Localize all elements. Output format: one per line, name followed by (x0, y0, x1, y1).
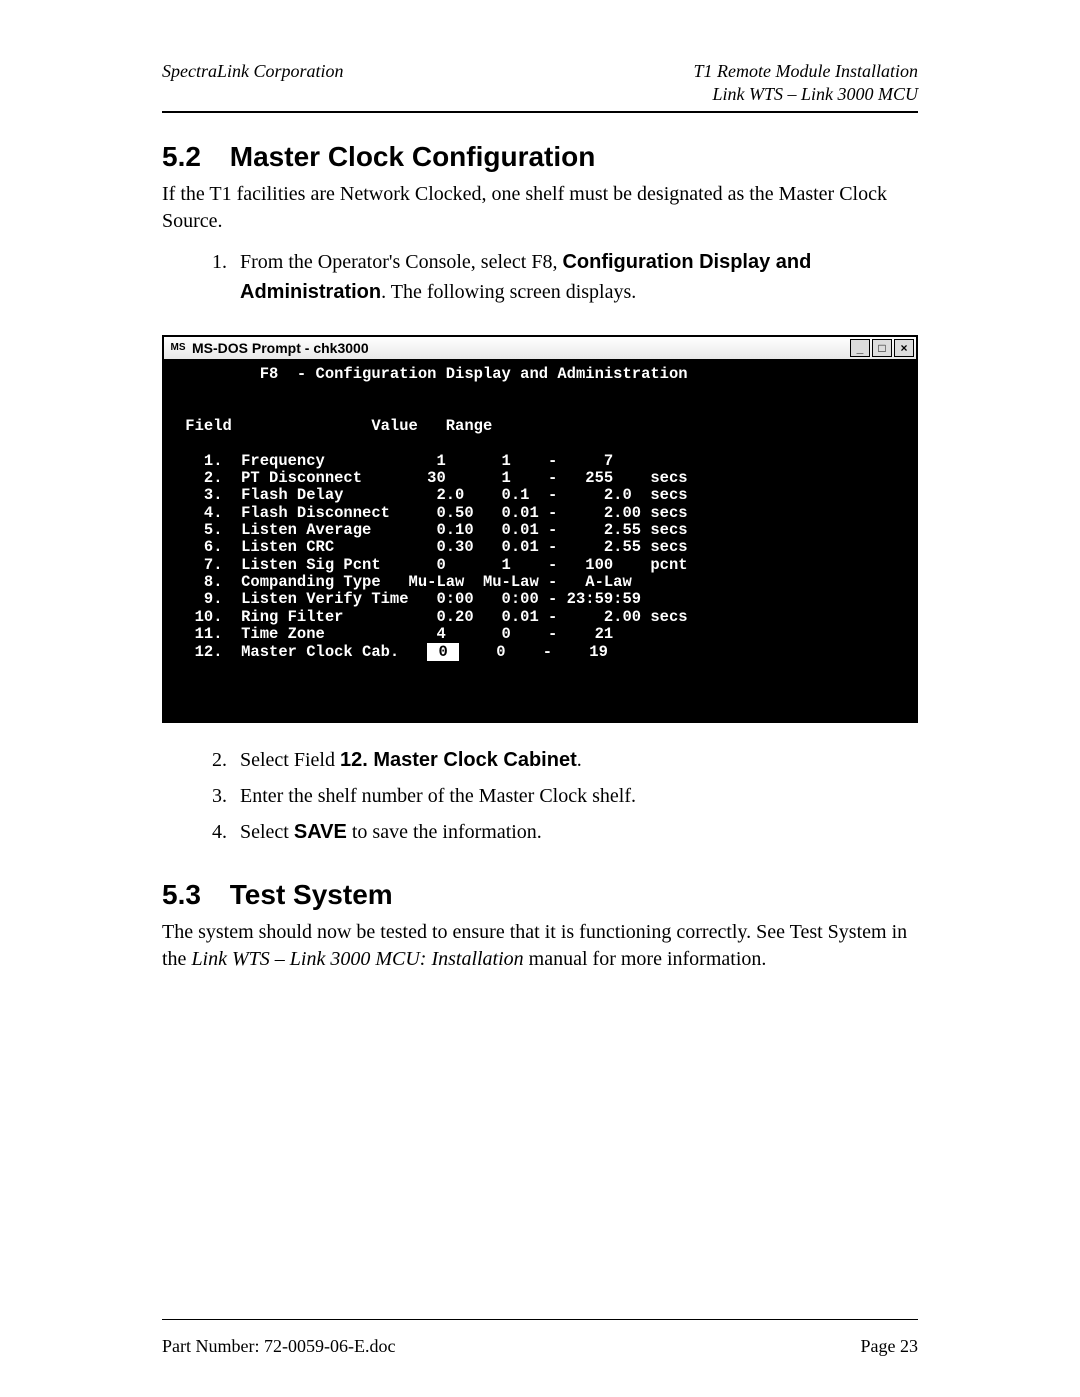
page-footer: Part Number: 72-0059-06-E.doc Page 23 (162, 1275, 918, 1357)
step-2: Select Field 12. Master Clock Cabinet. (232, 745, 918, 775)
footer-right: Page 23 (861, 1336, 919, 1357)
footer-rule (162, 1319, 918, 1320)
minimize-button[interactable]: _ (850, 339, 870, 357)
close-button[interactable]: × (894, 339, 914, 357)
step-3: Enter the shelf number of the Master Clo… (232, 781, 918, 811)
selected-field-value: 0 (427, 643, 459, 661)
console-body: F8 - Configuration Display and Administr… (164, 360, 916, 721)
step-1: From the Operator's Console, select F8, … (232, 247, 918, 307)
console-window: MS MS-DOS Prompt - chk3000 _ □ × F8 - Co… (162, 335, 918, 723)
maximize-button[interactable]: □ (872, 339, 892, 357)
footer-left: Part Number: 72-0059-06-E.doc (162, 1336, 395, 1357)
header-rule (162, 111, 918, 113)
console-title: MS-DOS Prompt - chk3000 (192, 340, 850, 356)
step-4: Select SAVE to save the information. (232, 817, 918, 847)
console-titlebar: MS MS-DOS Prompt - chk3000 _ □ × (164, 337, 916, 360)
msdos-icon: MS (168, 339, 188, 357)
section-5-2-steps-b: Select Field 12. Master Clock Cabinet. E… (162, 745, 918, 853)
page-header: SpectraLink Corporation T1 Remote Module… (162, 60, 918, 107)
section-5-3-heading: 5.3 Test System (162, 879, 918, 911)
section-5-2-heading: 5.2 Master Clock Configuration (162, 141, 918, 173)
section-5-2-para: If the T1 facilities are Network Clocked… (162, 181, 918, 235)
section-5-2-steps-a: From the Operator's Console, select F8, … (162, 247, 918, 313)
section-5-3-para: The system should now be tested to ensur… (162, 919, 918, 973)
header-right: T1 Remote Module Installation Link WTS –… (694, 60, 918, 107)
header-left: SpectraLink Corporation (162, 60, 344, 107)
